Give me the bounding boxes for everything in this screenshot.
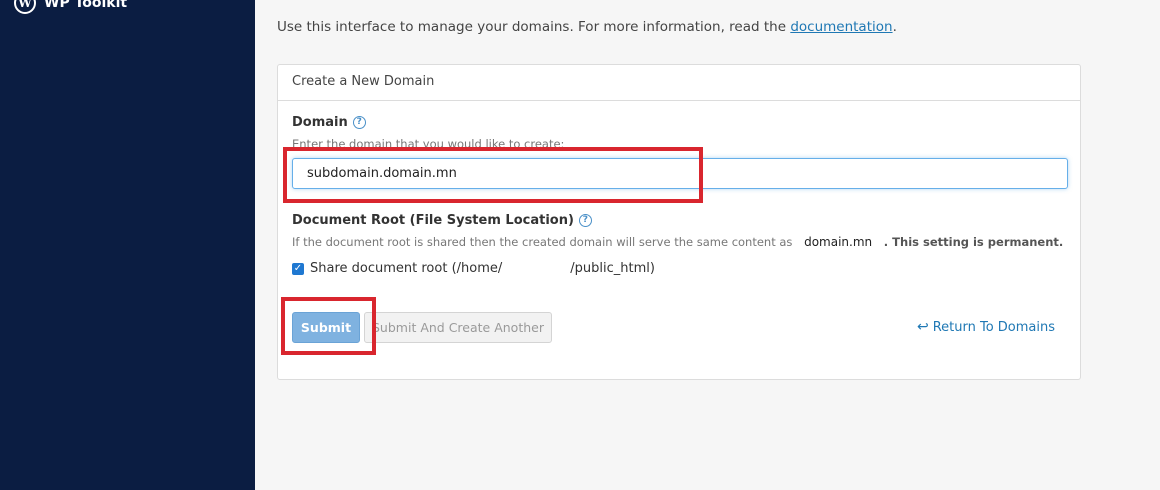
sidebar-item-label: WP Toolkit	[44, 0, 128, 11]
panel-title: Create a New Domain	[278, 65, 1080, 101]
domain-input[interactable]	[292, 158, 1068, 189]
domain-label: Domain ?	[292, 115, 366, 130]
share-document-root-prefix: Share document root (/home/	[310, 261, 503, 276]
help-icon[interactable]: ?	[352, 116, 366, 129]
wordpress-icon: W	[14, 0, 36, 14]
share-document-root-row[interactable]: ✓ Share document root (/home/ /public_htm…	[292, 261, 655, 276]
return-to-domains-link[interactable]: ↩ Return To Domains	[917, 319, 1055, 335]
documentation-link[interactable]: documentation	[790, 19, 892, 35]
sidebar-item-wp-toolkit[interactable]: W WP Toolkit	[14, 0, 127, 14]
help-icon[interactable]: ?	[578, 214, 592, 227]
redacted-username	[508, 262, 565, 275]
intro-text: Use this interface to manage your domain…	[277, 19, 897, 35]
permanent-note: . This setting is permanent.	[883, 235, 1064, 249]
main-content: Use this interface to manage your domain…	[255, 0, 1160, 490]
return-to-domains-label: Return To Domains	[932, 319, 1055, 335]
domain-label-text: Domain	[292, 115, 348, 130]
intro-end: .	[892, 19, 897, 35]
submit-and-create-another-button[interactable]: Submit And Create Another	[364, 312, 552, 343]
domain-hint: Enter the domain that you would like to …	[292, 137, 565, 151]
share-document-root-checkbox[interactable]: ✓	[292, 262, 304, 275]
sidebar: W WP Toolkit	[0, 0, 255, 490]
intro-description: Use this interface to manage your domain…	[277, 19, 791, 35]
submit-button[interactable]: Submit	[292, 312, 360, 343]
document-root-info: If the document root is shared then the …	[292, 235, 1063, 249]
document-root-label: Document Root (File System Location) ?	[292, 213, 592, 228]
document-root-domain: domain.mn	[804, 235, 873, 249]
document-root-info-text: If the document root is shared then the …	[292, 235, 793, 249]
create-domain-panel: Create a New Domain Domain ? Enter the d…	[277, 64, 1081, 380]
reply-arrow-icon: ↩	[916, 319, 929, 335]
document-root-label-text: Document Root (File System Location)	[292, 213, 574, 228]
share-document-root-suffix: /public_html)	[570, 261, 655, 276]
